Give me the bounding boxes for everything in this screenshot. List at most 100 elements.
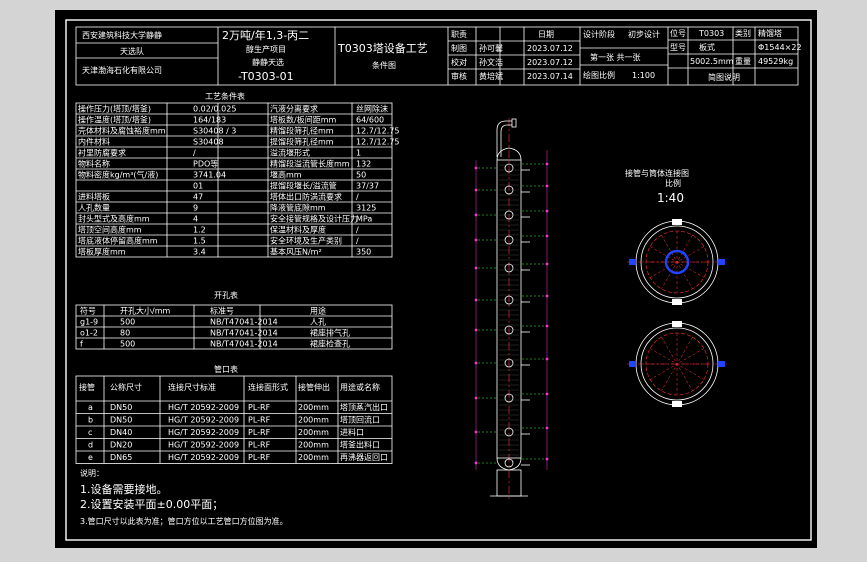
process-cell: PDO等 (193, 159, 218, 169)
process-cell: 安全环境及生产类别 (270, 236, 342, 246)
process-cell: 37/37 (356, 182, 379, 191)
stage-value: 初步设计 (628, 29, 660, 39)
size-value: 5002.5mm (690, 57, 734, 66)
process-cell: 164/183 (193, 116, 226, 125)
process-cell: 4 (193, 215, 198, 224)
nozzle-header: 用途或名称 (340, 382, 380, 392)
process-cell: 保温材料及厚度 (270, 225, 326, 235)
hole-cell: g1-9 (80, 318, 98, 327)
nozzle-cell: PL-RF (248, 453, 271, 462)
nozzle-cell: DN40 (110, 428, 132, 437)
nozzle-cell: 进料口 (340, 427, 364, 437)
process-cell: 塔体出口防涡流要求 (270, 192, 342, 202)
process-cell: 溢流堰形式 (270, 148, 310, 158)
process-cell: 衬里防腐要求 (78, 148, 126, 158)
process-cell: 降液管底隙mm (270, 203, 326, 213)
stage-label: 设计阶段 (583, 29, 615, 39)
hole-cell: NB/T47041-2014 (210, 318, 278, 327)
category-label: 类别 (735, 28, 751, 38)
nozzle-stub (672, 299, 682, 305)
hole-cell: 人孔 (310, 318, 326, 327)
tag-value: T0303 (698, 29, 724, 38)
nozzle-cell: PL-RF (248, 403, 271, 412)
process-cell: 操作温度(塔顶/塔釜) (78, 115, 151, 125)
sheet-text: 第一张 共一张 (590, 52, 641, 62)
hole-cell: 500 (120, 340, 135, 349)
orientation-scale-value: 1:40 (657, 191, 684, 205)
nozzle-stub (672, 321, 682, 327)
process-cell: 进料塔板 (78, 192, 110, 202)
nozzle-cell: 200mm (298, 428, 329, 437)
company-name: 天津渤海石化有限公司 (82, 65, 162, 75)
nozzle-cell: 200mm (298, 416, 329, 425)
tag-label: 位号 (670, 28, 686, 38)
nozzle-header: 接管伸出 (298, 382, 330, 392)
role-2: 校对 (451, 57, 467, 67)
note-1: 1.设备需要接地。 (80, 482, 168, 496)
process-cell: 提馏段堰长/溢流管 (270, 181, 337, 191)
nozzle-cell: HG/T 20592-2009 (168, 441, 239, 450)
nozzle-stub (718, 259, 725, 265)
role-1: 制图 (451, 43, 467, 53)
process-cell: MPa (356, 215, 372, 224)
nozzle-cell: 200mm (298, 441, 329, 450)
nozzle-cell: a (88, 403, 93, 412)
date-header: 日期 (538, 30, 554, 39)
nozzle-cell: DN50 (110, 416, 132, 425)
process-cell: 350 (356, 248, 371, 257)
process-cell: / (356, 226, 359, 235)
process-cell: 3741.04 (193, 171, 226, 180)
process-cell: 3125 (356, 204, 376, 213)
nozzle-cell: b (88, 416, 93, 425)
nozzle-cell: HG/T 20592-2009 (168, 416, 239, 425)
nozzle-cell: DN20 (110, 441, 132, 450)
nozzle-cell: d (88, 441, 93, 450)
nozzle-stub (629, 361, 636, 367)
process-cell: 汽液分离要求 (270, 104, 318, 114)
process-cell: 塔顶空间高度mm (78, 225, 142, 235)
hole-header: 标准号 (210, 306, 234, 316)
hole-cell: NB/T47041-2014 (210, 340, 278, 349)
process-cell: 9 (193, 204, 198, 213)
nozzle-cell: PL-RF (248, 416, 271, 425)
process-cell: S30408 (193, 138, 224, 147)
nozzle-header: 接管 (79, 382, 95, 392)
nozzle-cell: PL-RF (248, 428, 271, 437)
process-cell: 1.2 (193, 226, 206, 235)
weight-value: 49529kg (758, 57, 793, 66)
process-cell: 基本风压N/m² (270, 247, 322, 257)
process-table-title: 工艺条件表 (205, 91, 245, 101)
orientation-scale-label: 比例 (665, 178, 681, 188)
process-cell: 132 (356, 160, 371, 169)
nozzle-header: 公称尺寸 (110, 382, 142, 392)
team-name: 天选队 (120, 46, 144, 56)
nozzle-header: 连接面形式 (248, 382, 288, 392)
hole-cell: o1-2 (80, 329, 98, 338)
process-cell: 塔板厚度mm (78, 247, 126, 257)
nozzle-cell: DN50 (110, 403, 132, 412)
note-3: 3.管口尺寸以此表为准；管口方位以工艺管口方位图为准。 (80, 516, 288, 526)
nozzle-cell: 200mm (298, 453, 329, 462)
nozzle-stub (629, 259, 636, 265)
project-line-4: -T0303-01 (238, 70, 294, 83)
nozzle-cell: HG/T 20592-2009 (168, 403, 239, 412)
nozzle-stub (672, 401, 682, 407)
process-cell: S30408 / 3 (193, 127, 236, 136)
process-cell: 物料名称 (78, 159, 110, 169)
nozzle-stub (672, 219, 682, 225)
process-cell: 塔底液体停留高度mm (78, 236, 158, 246)
drawing-canvas: 西安建筑科技大学静静 天选队 天津渤海石化有限公司 2万吨/年1,3-丙二 醇生… (0, 0, 867, 562)
process-cell: 封头型式及高度mm (78, 214, 150, 224)
hole-header: 符号 (80, 306, 96, 316)
process-cell: 01 (193, 182, 203, 191)
drawing-title-1: T0303塔设备工艺 (337, 41, 428, 55)
nozzle-cell: 200mm (298, 403, 329, 412)
nozzle-cell: e (88, 453, 93, 462)
process-cell: 操作压力(塔顶/塔釜) (78, 104, 151, 114)
hole-cell: 裙座排气孔 (310, 328, 350, 338)
process-cell: 人孔数量 (78, 203, 110, 213)
hole-cell: NB/T47041-2014 (210, 329, 278, 338)
nozzle-header: 连接尺寸标准 (168, 382, 216, 392)
nozzle-table-title: 管口表 (214, 364, 238, 374)
hole-cell: 80 (120, 329, 130, 338)
